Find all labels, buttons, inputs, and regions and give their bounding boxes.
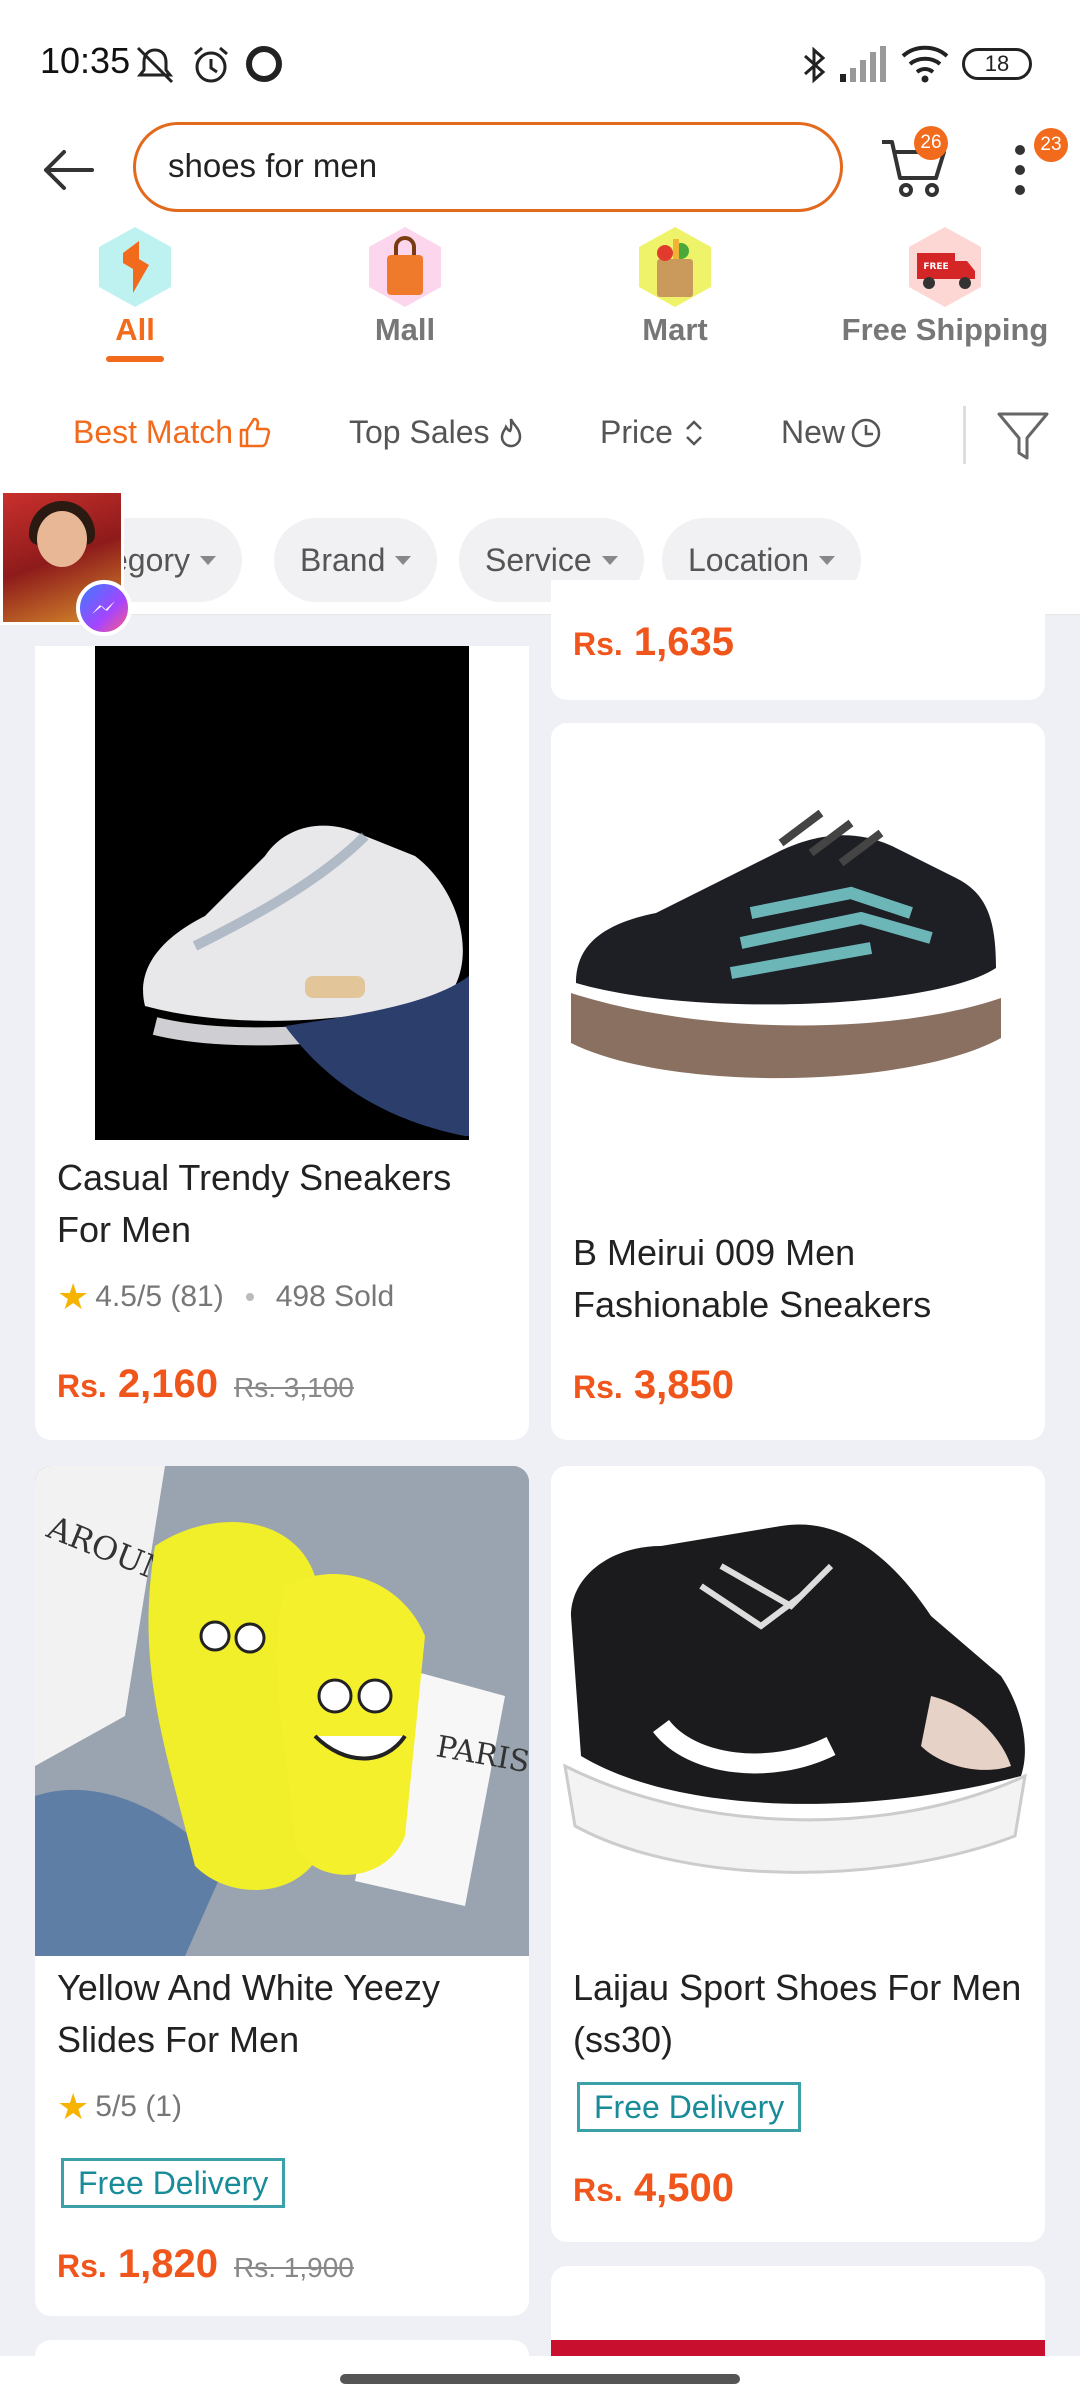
all-icon [99, 227, 171, 307]
tab-all-label: All [115, 312, 155, 347]
price-value: 3,850 [633, 1363, 735, 1407]
floating-chat-head[interactable] [0, 490, 132, 636]
product-card-partial[interactable]: Rs. 1,635 [551, 580, 1045, 700]
star-icon: ★ [57, 1276, 90, 1317]
tab-mall[interactable]: Mall [285, 220, 525, 370]
product-title: Yellow And White Yeezy Slides For Men [57, 1967, 440, 2060]
product-price: Rs. 3,850 [573, 1363, 734, 1408]
original-price: Rs. 3,100 [234, 1372, 354, 1403]
tab-free-shipping-label: Free Shipping [841, 312, 1049, 347]
mart-grocery-icon [639, 227, 711, 307]
product-image [551, 1466, 1045, 1956]
product-price: Rs. 1,635 [573, 620, 734, 665]
product-price: Rs. 2,160 Rs. 3,100 [57, 1362, 354, 1407]
product-rating-row: ★ 5/5 (1) [57, 2086, 182, 2128]
status-bar: 10:35 18 [0, 0, 1080, 120]
sort-best-match-label: Best Match [73, 414, 234, 450]
search-input[interactable] [168, 147, 808, 185]
bell-muted-icon [136, 46, 174, 84]
product-card[interactable]: B Meirui 009 Men Fashionable Sneakers Rs… [551, 723, 1045, 1440]
product-card[interactable]: AROUND PARIS Yellow And White Yeezy Slid… [35, 1466, 529, 2316]
bluetooth-icon [804, 46, 826, 84]
product-card[interactable]: Casual Trendy Sneakers For Men ★ 4.5/5 (… [35, 646, 529, 1440]
home-indicator[interactable] [340, 2374, 740, 2384]
wifi-icon [901, 45, 949, 83]
menu-count-badge: 23 [1034, 128, 1068, 162]
price-value: 1,635 [633, 620, 735, 664]
free-delivery-badge: Free Delivery [61, 2158, 286, 2208]
signal-icon [840, 46, 886, 82]
battery-level: 18 [984, 51, 1010, 76]
sort-arrows-icon [686, 419, 702, 446]
original-price: Rs. 1,900 [234, 2252, 354, 2283]
currency-label: Rs. [573, 1369, 623, 1405]
category-tabs: All Mall Mart FREE Free Shipping [0, 220, 1080, 380]
chip-location-label: Location [688, 541, 809, 578]
price-value: 1,820 [117, 2242, 219, 2286]
price-value: 2,160 [117, 1362, 219, 1406]
product-title: B Meirui 009 Men Fashionable Sneakers [573, 1232, 932, 1325]
product-rating-row: ★ 4.5/5 (81) 498 Sold [57, 1276, 394, 1318]
search-box[interactable] [133, 122, 843, 212]
battery-icon: 18 [962, 48, 1032, 80]
product-title: Laijau Sport Shoes For Men (ss30) [573, 1967, 1022, 2060]
currency-label: Rs. [57, 1368, 107, 1404]
sort-price[interactable]: Price [600, 414, 711, 451]
product-image: AROUND PARIS [35, 1466, 529, 1956]
tab-all[interactable]: All [15, 220, 255, 370]
messenger-icon [76, 580, 132, 636]
tab-mart[interactable]: Mart [555, 220, 795, 370]
sort-best-match[interactable]: Best Match [73, 414, 271, 451]
flame-icon [500, 418, 521, 447]
tab-mall-label: Mall [374, 312, 436, 347]
sort-new[interactable]: New [781, 414, 883, 451]
gesture-bar [0, 2356, 1080, 2400]
clock-icon [851, 418, 881, 447]
product-price: Rs. 1,820 Rs. 1,900 [57, 2242, 354, 2287]
chevron-down-icon [200, 555, 217, 565]
chip-brand-label: Brand [300, 541, 386, 578]
price-value: 4,500 [633, 2166, 735, 2210]
currency-label: Rs. [573, 2172, 623, 2208]
chevron-down-icon [601, 555, 618, 565]
cart-count-badge: 26 [914, 126, 948, 160]
active-tab-underline [106, 356, 164, 362]
sort-price-label: Price [600, 414, 673, 450]
currency-label: Rs. [57, 2248, 107, 2284]
product-sold-count: 498 Sold [275, 1280, 395, 1313]
status-time: 10:35 [40, 40, 131, 81]
separator-dot [245, 1293, 254, 1301]
product-image [551, 723, 1045, 1213]
currency-label: Rs. [573, 626, 623, 662]
sort-top-sales-label: Top Sales [349, 414, 490, 450]
product-image [35, 646, 529, 1142]
product-rating: 4.5/5 (81) [95, 1280, 224, 1313]
sort-top-sales[interactable]: Top Sales [349, 414, 528, 451]
chip-brand[interactable]: Brand [274, 518, 438, 602]
mall-bag-icon [369, 227, 441, 307]
tab-mart-label: Mart [642, 312, 708, 347]
free-delivery-badge: Free Delivery [577, 2082, 802, 2132]
chip-service-label: Service [485, 541, 592, 578]
product-title: Casual Trendy Sneakers For Men [57, 1157, 452, 1250]
product-card[interactable]: Laijau Sport Shoes For Men (ss30) Free D… [551, 1466, 1045, 2242]
search-header: 26 23 [0, 120, 1080, 220]
chevron-down-icon [818, 555, 835, 565]
chevron-down-icon [395, 555, 412, 565]
sort-bar: Best Match Top Sales Price New [0, 380, 1080, 490]
alarm-icon [194, 46, 228, 83]
tab-free-shipping[interactable]: FREE Free Shipping [825, 220, 1065, 370]
free-shipping-truck-icon: FREE [909, 227, 981, 307]
filter-funnel-icon[interactable] [995, 408, 1051, 464]
thumbs-up-icon [239, 417, 271, 447]
product-rating: 5/5 (1) [95, 2090, 182, 2123]
star-icon: ★ [57, 2086, 90, 2127]
back-arrow-icon[interactable] [38, 140, 98, 200]
divider [963, 406, 966, 464]
sort-new-label: New [781, 414, 846, 450]
record-icon [246, 46, 282, 82]
svg-text:FREE: FREE [923, 262, 948, 272]
product-price: Rs. 4,500 [573, 2166, 734, 2211]
